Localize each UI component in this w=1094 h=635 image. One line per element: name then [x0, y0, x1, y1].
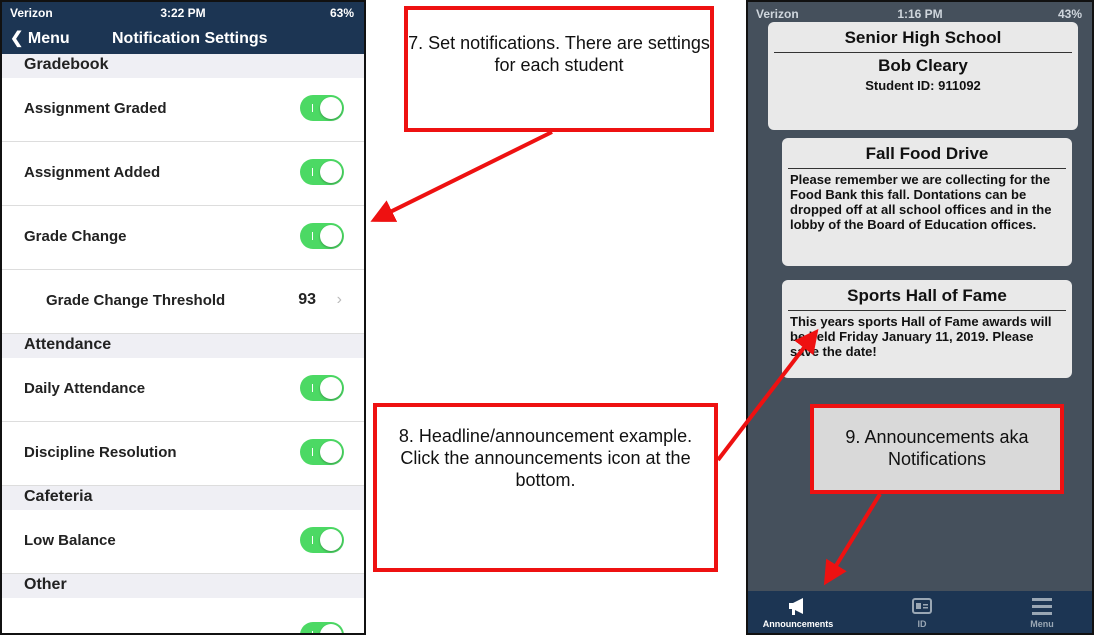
setting-label: Discipline Resolution: [24, 444, 177, 461]
status-bar: Verizon 3:22 PM 63%: [2, 2, 364, 24]
section-header-cafeteria: Cafeteria: [2, 486, 364, 510]
setting-row-low-balance: Low Balance: [2, 510, 364, 574]
id-card-icon: [912, 598, 932, 614]
megaphone-icon: [789, 598, 803, 615]
toggle-switch[interactable]: [300, 439, 344, 465]
setting-row-discipline-resolution: Discipline Resolution: [2, 422, 364, 486]
student-name: Bob Cleary: [878, 56, 968, 75]
setting-label: Assignment Graded: [24, 100, 167, 117]
nav-bar: ❮ Menu Notification Settings: [2, 24, 364, 54]
toggle-switch[interactable]: [300, 527, 344, 553]
battery-level: 43%: [1057, 7, 1082, 21]
setting-label: Assignment Added: [24, 164, 161, 181]
announcement-title: Sports Hall of Fame: [847, 286, 1007, 305]
chevron-left-icon: ❮: [10, 30, 24, 47]
tab-label: Menu: [1030, 619, 1054, 629]
divider: [774, 52, 1072, 53]
setting-row-grade-change: Grade Change: [2, 206, 364, 270]
setting-row-assignment-added: Assignment Added: [2, 142, 364, 206]
battery-level: 63%: [329, 6, 354, 20]
setting-label: Grade Change: [24, 228, 127, 245]
section-header-attendance: Attendance: [2, 334, 364, 358]
clock: 1:16 PM: [897, 7, 943, 21]
back-button-label: Menu: [27, 30, 70, 47]
divider: [788, 310, 1066, 311]
announcement-body: This years sports Hall of Fame awards wi…: [790, 314, 1052, 359]
tab-bar: Announcements ID Menu: [748, 591, 1092, 633]
callout-step-8: 8. Headline/announcement example. Click …: [373, 403, 718, 572]
callout-step-9: 9. Announcements aka Notifications: [810, 404, 1064, 494]
school-name: Senior High School: [844, 28, 1002, 47]
threshold-value: 93: [298, 291, 316, 308]
hamburger-menu-icon: [1032, 598, 1052, 615]
setting-label: Daily Attendance: [24, 380, 146, 397]
setting-row-daily-attendance: Daily Attendance: [2, 358, 364, 422]
toggle-switch[interactable]: [300, 159, 344, 185]
section-header-other: Other: [2, 574, 364, 598]
announcement-title: Fall Food Drive: [865, 144, 989, 163]
toggle-switch[interactable]: [300, 375, 344, 401]
setting-row-assignment-graded: Assignment Graded: [2, 78, 364, 142]
toggle-switch[interactable]: [300, 622, 344, 633]
setting-label: Low Balance: [24, 532, 116, 549]
toggle-switch[interactable]: [300, 223, 344, 249]
announcement-card[interactable]: Fall Food Drive Please remember we are c…: [782, 138, 1072, 266]
page-title: Notification Settings: [112, 30, 268, 47]
tab-label: ID: [917, 619, 927, 629]
announcement-body: Please remember we are collecting for th…: [790, 172, 1052, 232]
back-button[interactable]: ❮ Menu: [10, 28, 70, 48]
section-header-gradebook: Gradebook: [2, 54, 364, 78]
student-card: Senior High School Bob Cleary Student ID…: [768, 22, 1078, 130]
announcements-screen: Verizon 1:16 PM 43% Senior High School B…: [746, 0, 1094, 635]
student-id: Student ID: 911092: [865, 78, 981, 93]
arrow-to-settings: [370, 130, 553, 222]
chevron-right-icon: ›: [336, 291, 342, 308]
setting-label: Grade Change Threshold: [46, 292, 226, 309]
setting-row-grade-threshold[interactable]: Grade Change Threshold 93 ›: [2, 270, 364, 334]
divider: [788, 168, 1066, 169]
tab-label: Announcements: [762, 619, 834, 629]
toggle-switch[interactable]: [300, 95, 344, 121]
tab-menu[interactable]: Menu: [992, 595, 1092, 629]
announcement-card[interactable]: Sports Hall of Fame This years sports Ha…: [782, 280, 1072, 378]
setting-row-partial: [2, 598, 364, 633]
notification-settings-screen: Verizon 3:22 PM 63% ❮ Menu Notification …: [0, 0, 366, 635]
clock: 3:22 PM: [160, 6, 206, 20]
callout-step-7: 7. Set notifications. There are settings…: [404, 6, 714, 132]
tab-id[interactable]: ID: [872, 595, 972, 629]
tab-announcements[interactable]: Announcements: [748, 595, 848, 629]
